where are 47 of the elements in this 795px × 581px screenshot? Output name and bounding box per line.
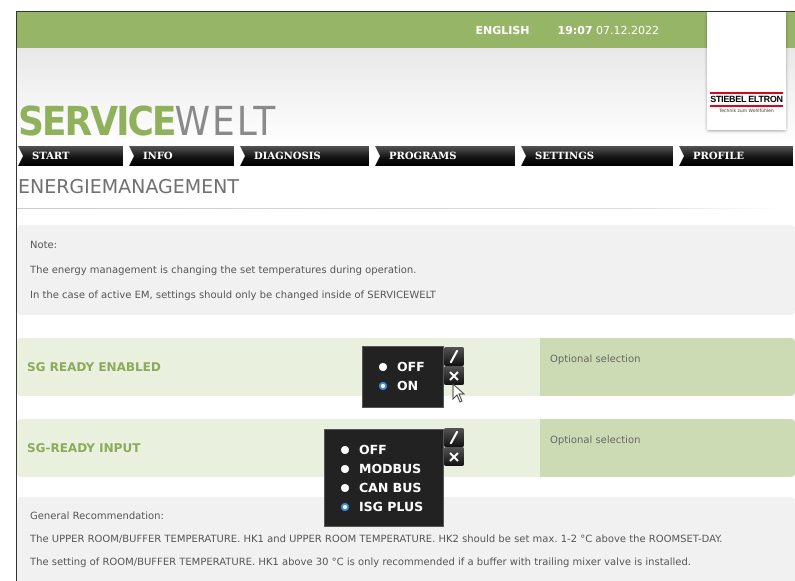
radio-button[interactable]	[341, 464, 349, 472]
nav-tab[interactable]: SETTINGS	[521, 146, 673, 166]
radio-button[interactable]	[379, 382, 387, 390]
option-label: OFF	[359, 442, 387, 457]
edit-button[interactable]	[444, 347, 464, 366]
radio-button[interactable]	[341, 502, 349, 510]
close-button[interactable]	[444, 447, 464, 466]
close-icon	[449, 370, 459, 380]
nav-tab[interactable]: INFO	[129, 146, 234, 166]
date-time: 19:07 07.12.2022	[558, 24, 659, 36]
option-label: CAN BUS	[359, 480, 422, 495]
close-button[interactable]	[444, 366, 464, 385]
option-label: ISG PLUS	[359, 499, 424, 514]
edit-button[interactable]	[444, 428, 464, 447]
pencil-icon	[449, 350, 459, 364]
company-logo: STIEBEL ELTRON	[710, 92, 783, 107]
hint-text: Optional selection	[550, 354, 640, 365]
nav-tab[interactable]: PROFILE	[679, 146, 793, 166]
option-label: MODBUS	[359, 461, 422, 476]
option-label: OFF	[397, 359, 425, 374]
option-item[interactable]: ON	[379, 376, 435, 395]
option-item[interactable]: OFF	[379, 357, 435, 376]
pencil-icon	[449, 430, 459, 444]
hint-text: Optional selection	[550, 435, 640, 446]
page-title: ENERGIEMANAGEMENT	[17, 176, 240, 198]
option-item[interactable]: OFF	[341, 440, 435, 459]
radio-button[interactable]	[341, 446, 349, 454]
setting-label: SG-READY INPUT	[27, 441, 140, 455]
mouse-cursor-icon	[452, 383, 466, 403]
option-item[interactable]: ISG PLUS	[341, 497, 435, 516]
radio-button[interactable]	[379, 362, 387, 370]
close-icon	[449, 452, 459, 462]
recommendation-text: The UPPER ROOM/BUFFER TEMPERATURE. HK1 and UPPER ROOM TEMPERATURE. HK2 should be set max. 1-2 °C above the ROOMSET-DAY.	[30, 533, 722, 547]
note-text: The energy management is changing the set temperatures during operation.	[30, 264, 416, 278]
option-item[interactable]: MODBUS	[341, 459, 435, 478]
servicewelt-logo: SERVICEWELT	[17, 102, 278, 142]
note-text: Note:	[30, 239, 58, 253]
option-item[interactable]: CAN BUS	[341, 478, 435, 497]
nav-tab[interactable]: DIAGNOSIS	[240, 146, 369, 166]
option-label: ON	[397, 378, 418, 393]
radio-button[interactable]	[341, 484, 349, 492]
nav-tab[interactable]: PROGRAMS	[375, 146, 515, 166]
recommendation-text: General Recommendation:	[30, 510, 164, 524]
recommendation-text: The setting of ROOM/BUFFER TEMPERATURE. HK1 above 30 °C is only recommended if a buffer with trailing mixer valve is installed.	[30, 556, 691, 570]
nav-tab[interactable]: START	[18, 146, 123, 166]
note-text: In the case of active EM, settings should only be changed inside of SERVICEWELT	[30, 289, 436, 303]
setting-label: SG READY ENABLED	[27, 360, 161, 374]
